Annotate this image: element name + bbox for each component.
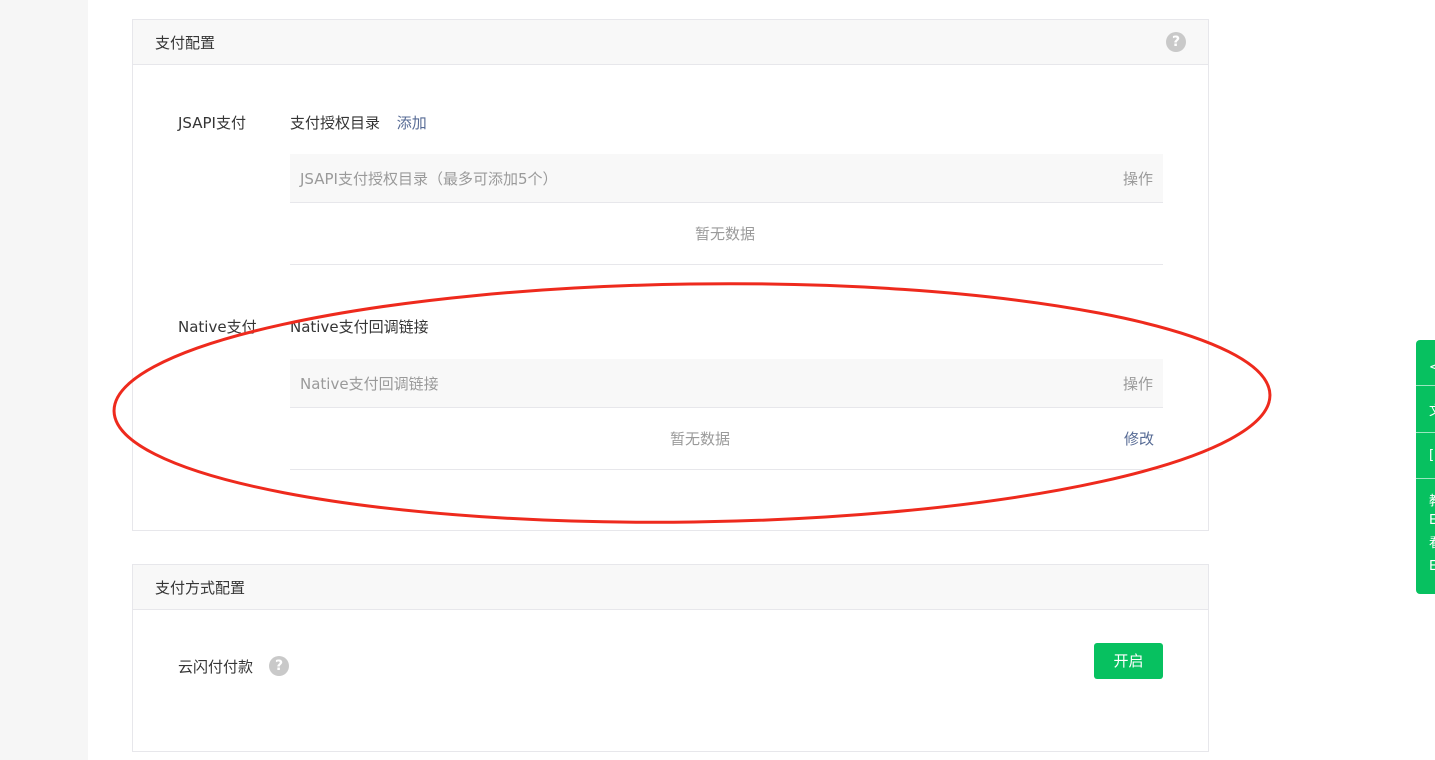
- jsapi-sub-label: 支付授权目录 添加: [290, 112, 427, 133]
- jsapi-table-header: JSAPI支付授权目录（最多可添加5个） 操作: [290, 154, 1163, 203]
- edit-link[interactable]: 修改: [1124, 428, 1154, 449]
- side-float-glyph[interactable]: <: [1429, 360, 1435, 375]
- native-sub-label: Native支付回调链接: [290, 318, 429, 336]
- side-float-glyph[interactable]: E: [1429, 513, 1435, 528]
- pay-method-config-title: 支付方式配置: [155, 579, 246, 597]
- native-table-header: Native支付回调链接 操作: [290, 359, 1163, 408]
- side-float-glyph[interactable]: 文: [1429, 404, 1435, 419]
- jsapi-table-col-action: 操作: [1122, 170, 1153, 188]
- jsapi-table-col-dir: JSAPI支付授权目录（最多可添加5个）: [300, 170, 558, 188]
- side-float-glyph[interactable]: E: [1429, 559, 1435, 574]
- enable-button[interactable]: 开启: [1094, 643, 1163, 679]
- pay-config-title: 支付配置: [155, 34, 216, 52]
- pay-method-config-panel: 支付方式配置 云闪付付款 ? 开启: [132, 564, 1209, 752]
- native-table-col-action: 操作: [1122, 375, 1153, 393]
- native-table-row: 暂无数据 修改: [290, 408, 1163, 470]
- unionpay-help-icon[interactable]: ?: [269, 656, 289, 676]
- jsapi-empty-text: 暂无数据: [695, 225, 756, 243]
- help-icon[interactable]: ?: [1166, 32, 1186, 52]
- unionpay-quickpass-label: 云闪付付款: [178, 658, 254, 676]
- jsapi-label: JSAPI支付: [178, 114, 246, 132]
- pay-method-config-header: 支付方式配置: [133, 565, 1208, 610]
- side-float-divider: [1416, 478, 1435, 479]
- native-label: Native支付: [178, 318, 257, 336]
- side-float-divider: [1416, 385, 1435, 386]
- native-table-col-url: Native支付回调链接: [300, 375, 439, 393]
- pay-config-panel: 支付配置 ? JSAPI支付 支付授权目录 添加 JSAPI支付授权目录（最多可…: [132, 19, 1209, 531]
- side-float-glyph[interactable]: 教: [1429, 494, 1435, 509]
- side-float-glyph[interactable]: 看: [1429, 536, 1435, 551]
- jsapi-table-body: 暂无数据: [290, 203, 1163, 265]
- jsapi-auth-dir-label: 支付授权目录: [290, 114, 381, 132]
- native-empty-text: 暂无数据: [670, 430, 731, 448]
- add-link[interactable]: 添加: [397, 114, 427, 132]
- pay-config-header: 支付配置 ?: [133, 20, 1208, 65]
- side-float-toolbar[interactable]: < 文 [ 教 E 看 E: [1416, 340, 1435, 594]
- side-float-glyph[interactable]: [: [1429, 448, 1434, 463]
- side-float-divider: [1416, 432, 1435, 433]
- native-table: Native支付回调链接 操作 暂无数据 修改: [290, 359, 1163, 470]
- left-gutter: [0, 0, 88, 760]
- jsapi-table: JSAPI支付授权目录（最多可添加5个） 操作 暂无数据: [290, 154, 1163, 265]
